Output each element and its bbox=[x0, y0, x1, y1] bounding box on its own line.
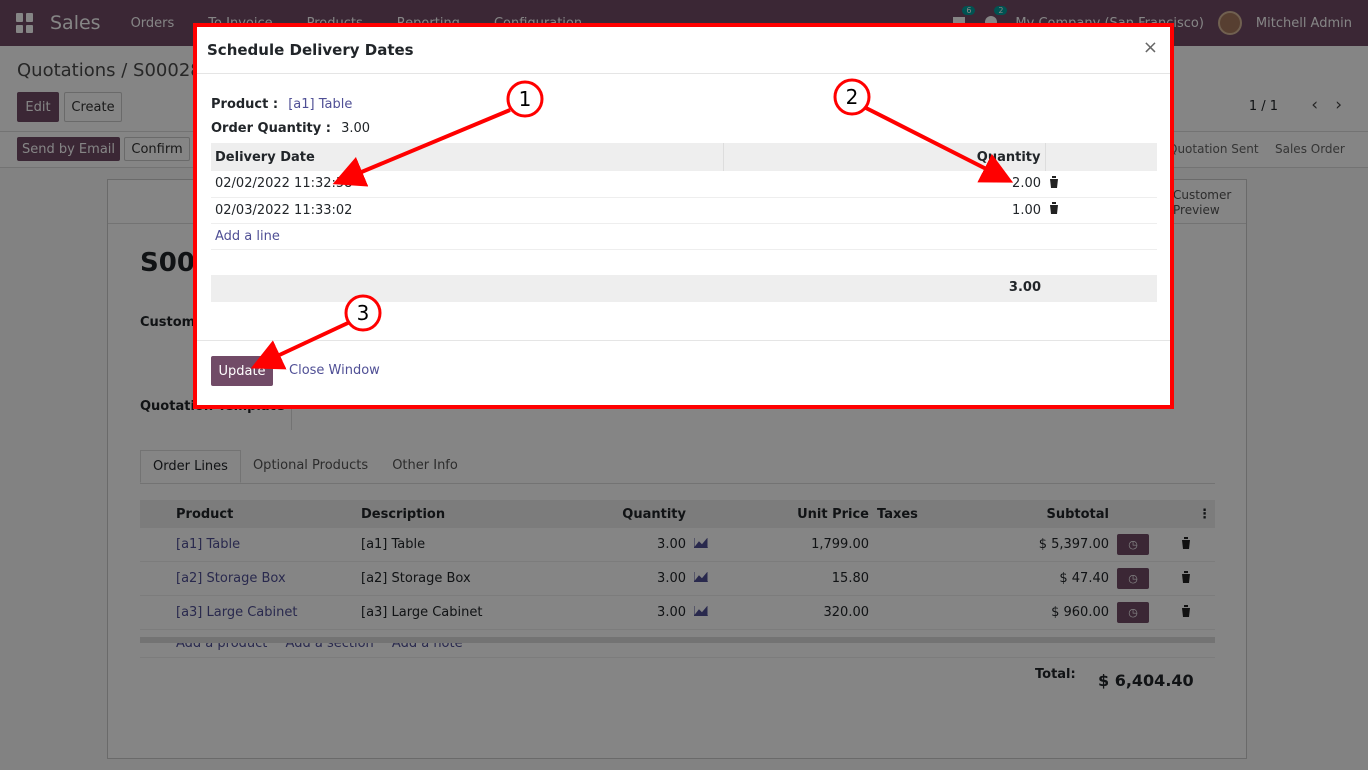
sum-spacer bbox=[1045, 275, 1157, 302]
modal-header: Schedule Delivery Dates bbox=[197, 27, 1170, 74]
table-row[interactable]: 02/03/2022 11:33:02 1.00 bbox=[211, 197, 1157, 224]
col-quantity[interactable]: Quantity bbox=[723, 143, 1046, 171]
delete-trash-icon[interactable] bbox=[1045, 197, 1157, 224]
empty-row bbox=[211, 249, 1157, 275]
add-line-link[interactable]: Add a line bbox=[211, 223, 1157, 250]
empty-cell bbox=[211, 249, 1157, 275]
order-quantity-label: Order Quantity : bbox=[211, 121, 331, 136]
quantity-cell[interactable]: 1.00 bbox=[723, 197, 1045, 224]
product-label: Product : bbox=[211, 97, 279, 112]
table-row[interactable]: 02/02/2022 11:32:58 2.00 bbox=[211, 171, 1157, 198]
add-line-row: Add a line bbox=[211, 223, 1157, 250]
quantity-cell[interactable]: 2.00 bbox=[723, 171, 1045, 198]
delivery-date-cell[interactable]: 02/02/2022 11:32:58 bbox=[211, 171, 723, 198]
product-value-link[interactable]: [a1] Table bbox=[288, 97, 352, 112]
schedule-delivery-dialog: Schedule Delivery Dates × Product : [a1]… bbox=[193, 23, 1174, 409]
col-actions bbox=[1045, 143, 1157, 171]
col-delivery-date[interactable]: Delivery Date bbox=[211, 143, 724, 171]
close-window-button[interactable]: Close Window bbox=[289, 363, 380, 378]
delivery-dates-table: Delivery Date Quantity 02/02/2022 11:32:… bbox=[211, 143, 1157, 302]
modal-title: Schedule Delivery Dates bbox=[207, 41, 414, 59]
order-quantity-value: 3.00 bbox=[341, 121, 371, 136]
product-field: Product : [a1] Table bbox=[211, 97, 352, 112]
delete-trash-icon[interactable] bbox=[1045, 171, 1157, 198]
sum-spacer bbox=[211, 275, 723, 302]
update-button[interactable]: Update bbox=[211, 356, 273, 386]
order-quantity-field: Order Quantity : 3.00 bbox=[211, 121, 370, 136]
modal-footer: Update Close Window bbox=[197, 340, 1170, 405]
sum-row: 3.00 bbox=[211, 275, 1157, 302]
table-header-row: Delivery Date Quantity bbox=[211, 143, 1157, 171]
quantity-sum: 3.00 bbox=[723, 275, 1045, 302]
delivery-date-cell[interactable]: 02/03/2022 11:33:02 bbox=[211, 197, 723, 224]
close-icon[interactable]: × bbox=[1143, 37, 1158, 58]
